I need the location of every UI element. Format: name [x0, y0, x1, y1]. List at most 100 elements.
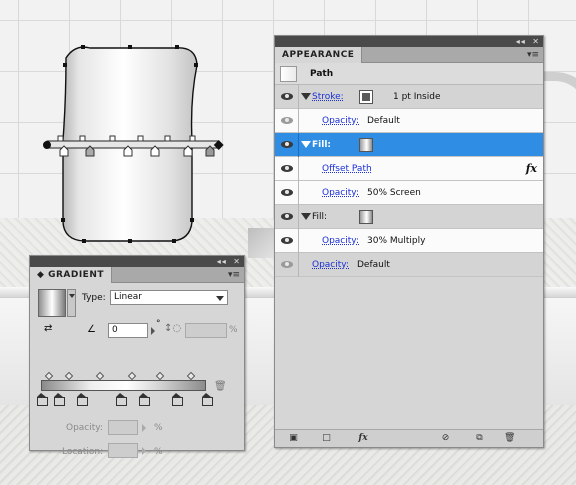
fx-icon: fx [525, 162, 537, 175]
add-effect-icon[interactable]: fx [355, 433, 371, 444]
gradient-stop[interactable] [139, 393, 151, 406]
gradient-body: Type: Linear ⇄ ∠ 0 ° ↕◌ % 🗑 Opacity: % L… [30, 283, 244, 458]
effect-offset-path-link[interactable]: Offset Path [322, 157, 372, 181]
close-icon[interactable]: ✕ [233, 256, 241, 267]
opacity-unit: % [154, 423, 163, 433]
gradient-tabrow: ◆ GRADIENT ▾≡ [30, 267, 244, 283]
aspect-ratio-unit: % [229, 325, 238, 335]
opacity-value: 30% Multiply [367, 236, 426, 246]
gradient-tab-label: GRADIENT [48, 270, 104, 280]
collapse-icon[interactable]: ◂◂ [217, 256, 227, 267]
gradient-midpoint[interactable] [127, 371, 136, 381]
reverse-gradient-icon[interactable]: ⇄ [44, 323, 52, 334]
appearance-list: Stroke: 1 pt Inside Opacity: Default Fil… [275, 85, 543, 277]
location-label: Location: [62, 447, 104, 457]
visibility-eye-icon[interactable] [281, 93, 293, 100]
disclosure-triangle-icon[interactable] [301, 93, 311, 100]
opacity-label[interactable]: Opacity: [322, 181, 359, 205]
stroke-swatch[interactable] [359, 90, 373, 104]
gradient-midpoint[interactable] [64, 371, 74, 381]
stroke-label[interactable]: Stroke: [312, 85, 344, 109]
disclosure-triangle-icon[interactable] [301, 141, 311, 148]
object-opacity-value: Default [357, 260, 390, 270]
visibility-eye-icon[interactable] [281, 261, 293, 268]
panel-menu-icon[interactable]: ▾≡ [527, 49, 539, 61]
visibility-eye-icon[interactable] [281, 189, 293, 196]
gradient-fill-preview[interactable] [38, 289, 66, 317]
opacity-label[interactable]: Opacity: [322, 229, 359, 253]
type-label: Type: [82, 293, 106, 303]
list-item-effect[interactable]: Offset Path fx [275, 157, 543, 181]
list-item-object-opacity[interactable]: Opacity: Default [275, 253, 543, 277]
gradient-slider[interactable] [41, 380, 206, 391]
fill-label[interactable]: Fill: [312, 205, 327, 229]
gradient-stop[interactable] [172, 393, 184, 406]
list-item-fill-selected[interactable]: Fill: [275, 133, 543, 157]
fill-swatch[interactable] [359, 138, 373, 152]
opacity-stepper-arrow-icon [142, 424, 146, 432]
disclosure-triangle-icon[interactable] [301, 213, 311, 220]
stroke-value: 1 pt Inside [393, 92, 441, 102]
delete-item-icon[interactable]: 🗑 [504, 433, 515, 444]
visibility-eye-icon[interactable] [281, 213, 293, 220]
panel-menu-icon[interactable]: ▾≡ [228, 269, 240, 281]
appearance-tabrow: APPEARANCE ▾≡ [275, 47, 543, 63]
visibility-eye-icon[interactable] [281, 117, 293, 124]
gradient-titlebar[interactable]: ◂◂ ✕ [30, 256, 244, 267]
gradient-stop[interactable] [53, 393, 65, 406]
gradient-tab-glyph: ◆ [37, 270, 49, 280]
duplicate-item-icon[interactable]: ⧉ [474, 433, 485, 444]
opacity-value: 50% Screen [367, 188, 421, 198]
chevron-down-icon [216, 296, 224, 301]
gradient-stop[interactable] [76, 393, 88, 406]
gradient-midpoint[interactable] [96, 371, 105, 381]
appearance-header: Path [275, 63, 543, 85]
opacity-label[interactable]: Opacity: [322, 109, 359, 133]
add-stroke-icon[interactable]: ▣ [288, 433, 299, 444]
trash-icon[interactable]: 🗑 [214, 381, 227, 392]
visibility-eye-icon[interactable] [281, 237, 293, 244]
list-item-opacity[interactable]: Opacity: 50% Screen [275, 181, 543, 205]
tab-gradient[interactable]: ◆ GRADIENT [30, 267, 112, 283]
list-item-fill[interactable]: Fill: [275, 205, 543, 229]
aspect-ratio-field [185, 323, 227, 338]
opacity-field [108, 420, 138, 435]
collapse-icon[interactable]: ◂◂ [516, 36, 526, 47]
angle-unit: ° [156, 319, 161, 329]
add-fill-icon[interactable]: □ [321, 433, 332, 444]
appearance-footer: ▣ □ fx ⊘ ⧉ 🗑 [275, 429, 543, 447]
gradient-preset-dropdown-icon[interactable] [67, 289, 76, 317]
location-stepper-arrow-icon [142, 447, 146, 455]
aspect-ratio-icon: ↕◌ [164, 323, 182, 334]
list-item-opacity[interactable]: Opacity: 30% Multiply [275, 229, 543, 253]
appearance-titlebar[interactable]: ◂◂ ✕ [275, 36, 543, 47]
fill-swatch[interactable] [359, 210, 373, 224]
clear-appearance-icon[interactable]: ⊘ [440, 433, 451, 444]
fill-label[interactable]: Fill: [312, 133, 331, 157]
gradient-midpoint[interactable] [45, 371, 54, 381]
type-select[interactable]: Linear [110, 290, 228, 305]
visibility-eye-icon[interactable] [281, 141, 293, 148]
gradient-stop[interactable] [37, 393, 48, 406]
gradient-panel: ◂◂ ✕ ◆ GRADIENT ▾≡ Type: Linear ⇄ ∠ 0 ° … [29, 255, 245, 458]
gradient-midpoint[interactable] [155, 371, 165, 381]
angle-stepper-arrow-icon[interactable] [151, 327, 155, 335]
visibility-eye-icon[interactable] [281, 165, 293, 172]
appearance-panel: ◂◂ ✕ APPEARANCE ▾≡ Path Stroke: 1 pt Ins… [274, 35, 544, 448]
opacity-value: Default [367, 116, 400, 126]
gradient-midpoint[interactable] [186, 371, 196, 381]
angle-field[interactable]: 0 [108, 323, 148, 338]
location-field [108, 443, 138, 458]
angle-icon: ∠ [87, 324, 96, 335]
list-item-opacity[interactable]: Opacity: Default [275, 109, 543, 133]
list-item-stroke[interactable]: Stroke: 1 pt Inside [275, 85, 543, 109]
gradient-stop[interactable] [116, 393, 128, 406]
object-name: Path [310, 69, 334, 79]
object-opacity-label[interactable]: Opacity: [312, 253, 349, 277]
tab-appearance[interactable]: APPEARANCE [275, 47, 363, 63]
angle-value: 0 [112, 325, 118, 335]
gradient-stop[interactable] [202, 393, 213, 406]
close-icon[interactable]: ✕ [532, 36, 540, 47]
location-unit: % [154, 447, 163, 457]
type-select-value: Linear [114, 292, 142, 302]
